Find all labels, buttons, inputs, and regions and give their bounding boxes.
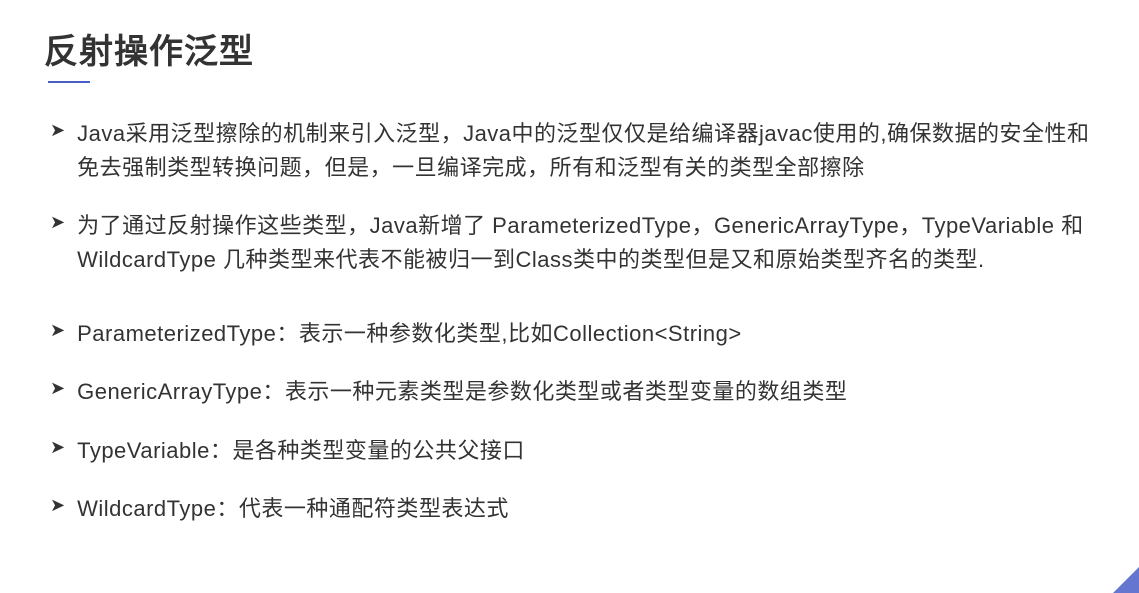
bullet-text: GenericArrayType：表示一种元素类型是参数化类型或者类型变量的数组…	[77, 375, 847, 409]
corner-accent-icon	[1113, 567, 1139, 593]
bullet-text: WildcardType：代表一种通配符类型表达式	[77, 492, 509, 526]
title-underline	[48, 81, 90, 83]
bullet-text: TypeVariable：是各种类型变量的公共父接口	[77, 434, 525, 468]
list-item: ➤ ParameterizedType：表示一种参数化类型,比如Collecti…	[50, 317, 1095, 351]
chevron-right-icon: ➤	[50, 120, 65, 141]
list-item: ➤ 为了通过反射操作这些类型，Java新增了 ParameterizedType…	[50, 209, 1095, 277]
bullet-text: Java采用泛型擦除的机制来引入泛型，Java中的泛型仅仅是给编译器javac使…	[77, 117, 1095, 185]
chevron-right-icon: ➤	[50, 378, 65, 399]
chevron-right-icon: ➤	[50, 212, 65, 233]
slide-title: 反射操作泛型	[44, 24, 1095, 73]
chevron-right-icon: ➤	[50, 495, 65, 516]
chevron-right-icon: ➤	[50, 437, 65, 458]
bullet-text: 为了通过反射操作这些类型，Java新增了 ParameterizedType，G…	[77, 209, 1095, 277]
list-item: ➤ GenericArrayType：表示一种元素类型是参数化类型或者类型变量的…	[50, 375, 1095, 409]
bullet-text: ParameterizedType：表示一种参数化类型,比如Collection…	[77, 317, 742, 351]
list-item: ➤ Java采用泛型擦除的机制来引入泛型，Java中的泛型仅仅是给编译器java…	[50, 117, 1095, 185]
list-item: ➤ TypeVariable：是各种类型变量的公共父接口	[50, 434, 1095, 468]
chevron-right-icon: ➤	[50, 320, 65, 341]
list-item: ➤ WildcardType：代表一种通配符类型表达式	[50, 492, 1095, 526]
bullet-list: ➤ Java采用泛型擦除的机制来引入泛型，Java中的泛型仅仅是给编译器java…	[44, 117, 1095, 526]
